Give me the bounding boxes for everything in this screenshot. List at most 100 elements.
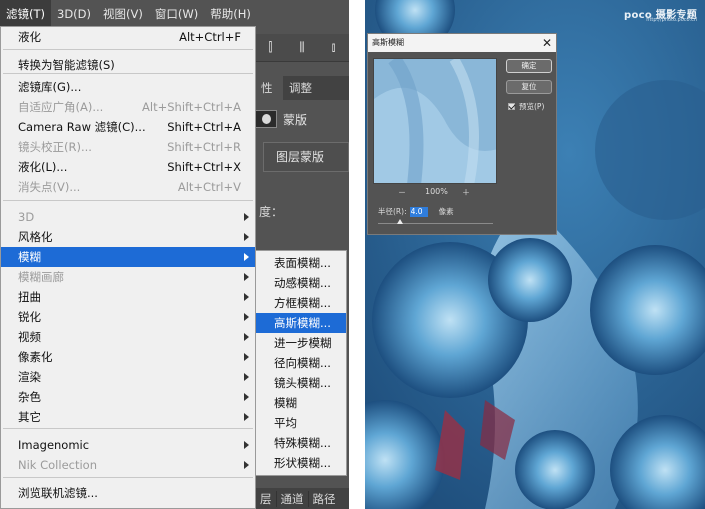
filter-menu-item[interactable]: Imagenomic	[1, 435, 255, 455]
radius-row: 半径(R): 4.0 像素	[378, 206, 454, 217]
tab-properties[interactable]: 性	[255, 76, 283, 100]
radius-label: 半径(R):	[378, 207, 407, 216]
layer-mask-button[interactable]: 图层蒙版	[263, 142, 349, 172]
menu-item-label: 滤镜库(G)...	[18, 80, 82, 94]
submenu-arrow-icon	[244, 373, 249, 381]
filter-menu-item[interactable]: 液化(L)... Shift+Ctrl+X	[1, 157, 255, 177]
filter-menu-item[interactable]: 浏览联机滤镜...	[1, 483, 255, 503]
menu-item-label: 像素化	[18, 350, 53, 364]
menu-item-label: 液化(L)...	[18, 160, 68, 174]
menu-item-label: 其它	[18, 410, 41, 424]
blur-submenu-item[interactable]: 动感模糊...	[256, 273, 346, 293]
zoom-in-icon[interactable]: ＋	[462, 187, 470, 198]
radius-slider-thumb[interactable]	[397, 219, 403, 224]
tab-channels[interactable]: 通道	[275, 490, 308, 507]
submenu-arrow-icon	[244, 353, 249, 361]
tab-adjustments[interactable]: 调整	[283, 80, 318, 96]
filter-menu-item[interactable]: 扭曲	[1, 287, 255, 307]
menu-item-label: 视频	[18, 330, 41, 344]
blur-submenu: 表面模糊... 动感模糊... 方框模糊... 高斯模糊... 进一步模糊 径向模糊...…	[255, 250, 347, 476]
filter-menu-item[interactable]: 模糊	[1, 247, 255, 267]
blur-submenu-item[interactable]: 高斯模糊...	[256, 313, 346, 333]
menu-item-label: 自适应广角(A)...	[18, 100, 104, 114]
menu-item-shortcut: Shift+Ctrl+X	[167, 160, 241, 174]
filter-menu-item[interactable]: 滤镜库(G)...	[1, 77, 255, 97]
menu-filter[interactable]: 滤镜(T)	[0, 0, 51, 28]
menu-bar: 滤镜(T) 3D(D) 视图(V) 窗口(W) 帮助(H)	[0, 0, 349, 28]
filter-menu-item[interactable]: 渲染	[1, 367, 255, 387]
menu-item-label: 杂色	[18, 390, 41, 404]
pixel-mask-icon[interactable]	[255, 110, 277, 128]
filter-menu-item: 3D	[1, 207, 255, 227]
filter-menu-item: 镜头校正(R)... Shift+Ctrl+R	[1, 137, 255, 157]
watermark-url: http://photo.poco.cn	[646, 17, 697, 23]
menu-separator	[3, 49, 253, 50]
menu-separator	[3, 200, 253, 201]
filter-menu-item[interactable]: 转换为智能滤镜(S)	[1, 55, 255, 75]
blur-submenu-item[interactable]: 模糊	[256, 393, 346, 413]
blur-submenu-item[interactable]: 进一步模糊	[256, 333, 346, 353]
filter-menu-item[interactable]: 其它	[1, 407, 255, 427]
submenu-arrow-icon	[244, 313, 249, 321]
photo-canvas: poco 摄影专题 http://photo.poco.cn 高斯模糊 ✕ 确定…	[365, 0, 705, 509]
checkbox-icon[interactable]	[508, 103, 515, 110]
submenu-arrow-icon	[244, 333, 249, 341]
filter-menu-item[interactable]: 风格化	[1, 227, 255, 247]
blur-submenu-item[interactable]: 表面模糊...	[256, 253, 346, 273]
close-icon[interactable]: ✕	[542, 34, 552, 52]
menu-item-label: 渲染	[18, 370, 41, 384]
blur-submenu-item[interactable]: 镜头模糊...	[256, 373, 346, 393]
submenu-arrow-icon	[244, 233, 249, 241]
filter-menu-item: 模糊画廊	[1, 267, 255, 287]
filter-menu-item[interactable]: 像素化	[1, 347, 255, 367]
ok-button[interactable]: 确定	[506, 59, 552, 73]
filter-menu-item[interactable]: 锐化	[1, 307, 255, 327]
bottom-tabs: 层 通道 路径	[255, 488, 349, 509]
submenu-arrow-icon	[244, 441, 249, 449]
blur-submenu-item[interactable]: 形状模糊...	[256, 453, 346, 473]
radius-input[interactable]: 4.0	[409, 206, 428, 217]
menu-item-shortcut: Alt+Ctrl+V	[177, 180, 241, 194]
align-toolbar: ⫿ ⫼ ⫾	[255, 34, 349, 62]
submenu-arrow-icon	[244, 293, 249, 301]
menu-item-shortcut: Alt+Shift+Ctrl+A	[142, 100, 241, 114]
dialog-title: 高斯模糊	[368, 34, 556, 52]
gaussian-blur-dialog: 高斯模糊 ✕ 确定 复位 预览(P) － 100% ＋ 半径(R): 4.0 像…	[367, 33, 557, 235]
tab-layers[interactable]: 层	[255, 490, 276, 507]
blur-submenu-item[interactable]: 平均	[256, 413, 346, 433]
preview-image	[374, 59, 496, 183]
menu-help[interactable]: 帮助(H)	[204, 0, 257, 28]
menu-item-label: 风格化	[18, 230, 53, 244]
menu-window[interactable]: 窗口(W)	[149, 0, 204, 28]
menu-3d[interactable]: 3D(D)	[51, 0, 97, 28]
filter-menu-item[interactable]: 视频	[1, 327, 255, 347]
align-center-icon[interactable]: ⫼	[299, 40, 305, 55]
blur-submenu-item[interactable]: 方框模糊...	[256, 293, 346, 313]
menu-item-label: Nik Collection	[18, 458, 97, 472]
filter-menu-item[interactable]: Camera Raw 滤镜(C)... Shift+Ctrl+A	[1, 117, 255, 137]
preview-checkbox[interactable]: 预览(P)	[508, 101, 544, 112]
submenu-arrow-icon	[244, 461, 249, 469]
filter-menu: 液化 Alt+Ctrl+F 转换为智能滤镜(S) 滤镜库(G)... 自适应广角(A).…	[0, 26, 256, 509]
filter-menu-item[interactable]: 杂色	[1, 387, 255, 407]
submenu-arrow-icon	[244, 213, 249, 221]
reset-button[interactable]: 复位	[506, 80, 552, 94]
submenu-arrow-icon	[244, 253, 249, 261]
zoom-out-icon[interactable]: －	[398, 187, 406, 198]
align-left-icon[interactable]: ⫿	[268, 40, 272, 55]
menu-item-label: 锐化	[18, 310, 41, 324]
zoom-level: 100%	[425, 187, 448, 196]
mask-label: 蒙版	[283, 112, 308, 127]
blur-preview[interactable]	[373, 58, 497, 184]
tab-paths[interactable]: 路径	[307, 490, 340, 507]
menu-item-shortcut: Alt+Ctrl+F	[179, 30, 241, 44]
filter-menu-item[interactable]: 液化 Alt+Ctrl+F	[1, 27, 255, 47]
blur-submenu-item[interactable]: 特殊模糊...	[256, 433, 346, 453]
submenu-arrow-icon	[244, 393, 249, 401]
menu-item-label: 消失点(V)...	[18, 180, 81, 194]
align-right-icon[interactable]: ⫾	[332, 40, 336, 55]
blur-submenu-item[interactable]: 径向模糊...	[256, 353, 346, 373]
radius-slider-track[interactable]	[378, 223, 493, 224]
menu-separator	[3, 428, 253, 429]
menu-view[interactable]: 视图(V)	[97, 0, 149, 28]
